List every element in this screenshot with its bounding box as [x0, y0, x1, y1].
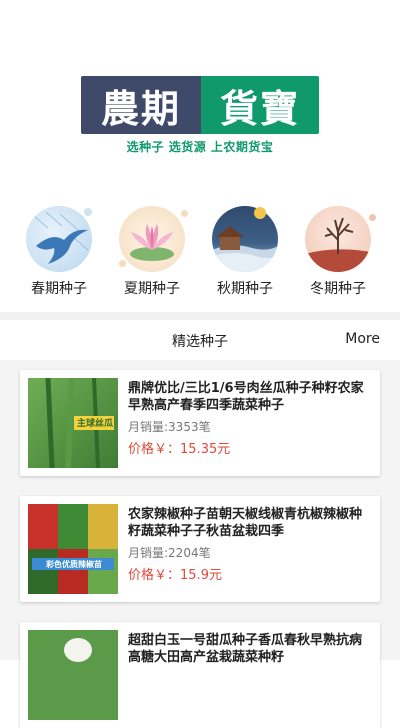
product-card[interactable]: 超甜白玉一号甜瓜种子香瓜春秋早熟抗病高糖大田高产盆栽蔬菜种籽: [20, 622, 380, 728]
product-sales: 月销量:3353笔: [128, 420, 211, 434]
category-label: 秋期种子: [217, 281, 273, 297]
product-thumbnail: 主球丝瓜: [28, 378, 118, 468]
price-value: 15.35元: [180, 442, 231, 457]
section-header: 精选种子 More: [0, 320, 400, 361]
price-label: 价格￥：: [128, 442, 181, 457]
thumbnail-text: 主球丝瓜: [76, 419, 113, 429]
product-price: 价格￥：15.35元: [128, 438, 230, 457]
slogan: 选种子 选货源 上农期货宝: [126, 140, 274, 154]
product-sales: 月销量:2204笔: [128, 546, 211, 560]
logo-left-text: 農期: [81, 76, 201, 134]
product-card[interactable]: 主球丝瓜 鼎牌优比/三比1/6号肉丝瓜种子种籽农家早熟高产春季四季蔬菜种子 月销…: [20, 370, 380, 476]
product-card[interactable]: 彩色优质辣椒苗 农家辣椒种子苗朝天椒线椒青杭椒辣椒种籽蔬菜种子子秋苗盆栽四季 月…: [20, 496, 380, 602]
product-price: 价格￥：15.9元: [128, 564, 222, 583]
app-logo: 農期 貨寶: [81, 76, 319, 134]
category-label: 夏期种子: [124, 281, 180, 297]
swallow-icon: [26, 206, 92, 272]
price-value: 15.9元: [180, 568, 222, 583]
thumbnail-text: 彩色优质辣椒苗: [46, 560, 102, 569]
category-autumn[interactable]: 秋期种子: [200, 204, 290, 298]
winter-tree-icon: [305, 206, 371, 272]
more-link[interactable]: More: [345, 331, 380, 347]
cabin-sunset-icon: [212, 206, 278, 272]
logo-right-text: 貨寶: [201, 76, 319, 134]
product-name: 鼎牌优比/三比1/6号肉丝瓜种子种籽农家早熟高产春季四季蔬菜种子: [128, 381, 364, 413]
product-thumbnail: 彩色优质辣椒苗: [28, 504, 118, 594]
price-label: 价格￥：: [128, 568, 181, 583]
section-divider: [0, 312, 400, 320]
product-name: 超甜白玉一号甜瓜种子香瓜春秋早熟抗病高糖大田高产盆栽蔬菜种籽: [128, 633, 363, 665]
category-winter[interactable]: 冬期种子: [293, 204, 383, 298]
section-title: 精选种子: [172, 334, 228, 350]
logo-area: 農期 貨寶 选种子 选货源 上农期货宝: [0, 74, 400, 164]
lotus-icon: [119, 206, 185, 272]
category-label: 春期种子: [31, 281, 87, 297]
category-summer[interactable]: 夏期种子: [107, 204, 197, 298]
category-label: 冬期种子: [310, 281, 366, 297]
product-thumbnail: [28, 630, 118, 720]
product-list: 主球丝瓜 鼎牌优比/三比1/6号肉丝瓜种子种籽农家早熟高产春季四季蔬菜种子 月销…: [0, 360, 400, 728]
product-name: 农家辣椒种子苗朝天椒线椒青杭椒辣椒种籽蔬菜种子子秋苗盆栽四季: [128, 507, 363, 539]
category-spring[interactable]: 春期种子: [14, 204, 104, 298]
season-categories: 春期种子 夏期种子 秋期种子 冬期种子: [0, 204, 400, 308]
